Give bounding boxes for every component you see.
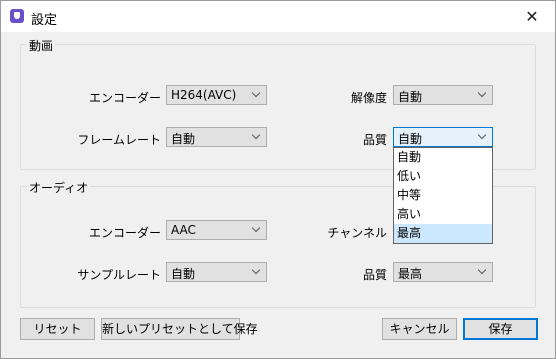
chevron-down-icon <box>251 223 261 233</box>
app-shield-icon <box>10 9 24 23</box>
chevron-down-icon <box>477 265 487 275</box>
audio-encoder-label: エンコーダー <box>88 226 161 240</box>
chevron-down-icon <box>251 265 261 275</box>
samplerate-value: 自動 <box>171 267 196 281</box>
audio-encoder-select[interactable]: AAC <box>166 220 267 240</box>
video-encoder-value: H264(AVC) <box>171 88 237 102</box>
close-button[interactable]: ✕ <box>509 1 555 32</box>
samplerate-label: サンプルレート <box>77 268 161 282</box>
video-quality-select[interactable]: 自動 <box>393 127 493 147</box>
framerate-value: 自動 <box>171 132 196 146</box>
save-button[interactable]: 保存 <box>463 318 538 340</box>
video-group-title: 動画 <box>27 37 56 54</box>
chevron-down-icon <box>251 130 261 140</box>
video-quality-value: 自動 <box>398 132 423 146</box>
window-title: 設定 <box>31 13 58 28</box>
audio-encoder-value: AAC <box>171 223 196 237</box>
dropdown-option[interactable]: 高い <box>394 205 492 224</box>
audio-quality-value: 最高 <box>398 267 423 281</box>
audio-quality-label: 品質 <box>362 268 387 282</box>
dropdown-option[interactable]: 自動 <box>394 148 492 167</box>
settings-dialog: 設定 ✕ 動画 エンコーダー H264(AVC) 解像度 自動 フレームレート … <box>0 0 556 359</box>
resolution-value: 自動 <box>398 90 423 104</box>
title-bar: 設定 ✕ <box>1 1 555 32</box>
resolution-select[interactable]: 自動 <box>393 85 493 105</box>
dropdown-option[interactable]: 低い <box>394 167 492 186</box>
chevron-down-icon <box>477 88 487 98</box>
framerate-label: フレームレート <box>77 133 161 147</box>
cancel-button[interactable]: キャンセル <box>382 318 457 340</box>
dropdown-option[interactable]: 中等 <box>394 186 492 205</box>
framerate-select[interactable]: 自動 <box>166 127 267 147</box>
video-encoder-select[interactable]: H264(AVC) <box>166 85 267 105</box>
video-encoder-label: エンコーダー <box>88 91 161 105</box>
audio-group-title: オーディオ <box>27 179 91 196</box>
resolution-label: 解像度 <box>350 91 387 105</box>
channel-label: チャンネル <box>327 226 387 240</box>
save-as-preset-button[interactable]: 新しいプリセットとして保存 <box>101 318 258 340</box>
chevron-down-icon <box>251 88 261 98</box>
dropdown-option-highlighted[interactable]: 最高 <box>394 224 492 243</box>
reset-button[interactable]: リセット <box>20 318 95 340</box>
video-quality-label: 品質 <box>362 133 387 147</box>
video-quality-dropdown: 自動 低い 中等 高い 最高 <box>393 147 493 244</box>
audio-quality-select[interactable]: 最高 <box>393 262 493 282</box>
chevron-down-icon <box>477 130 487 140</box>
samplerate-select[interactable]: 自動 <box>166 262 267 282</box>
